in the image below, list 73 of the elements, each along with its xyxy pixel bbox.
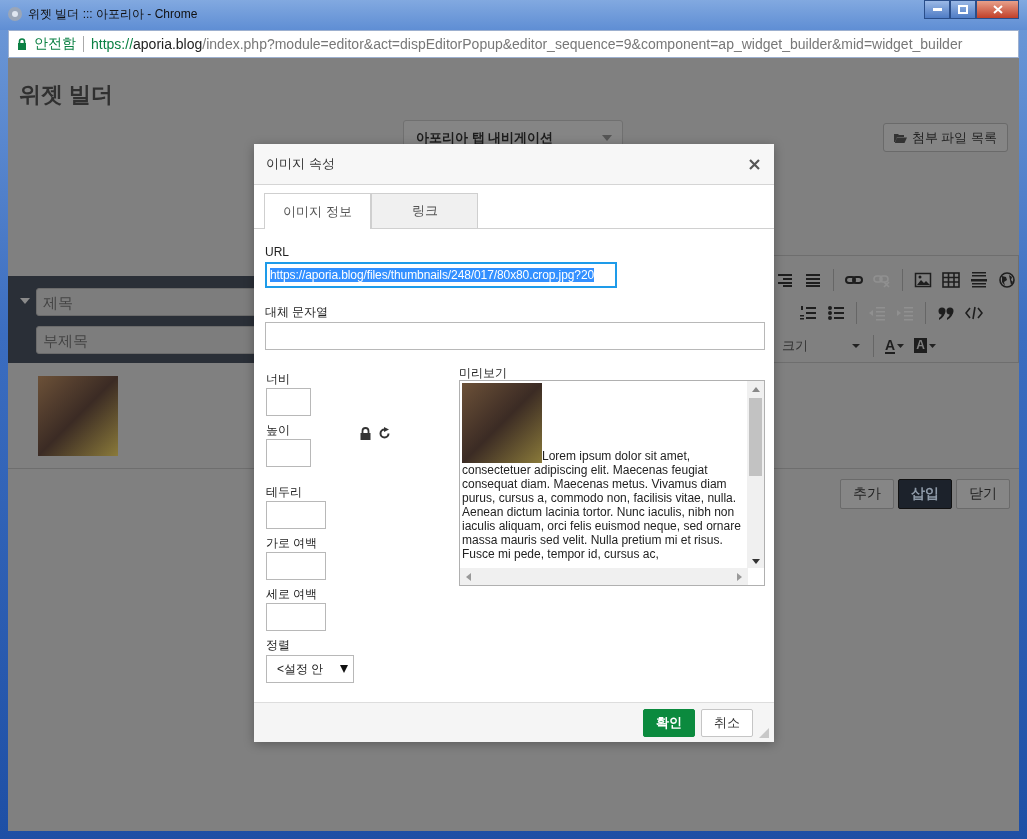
horizontal-scrollbar[interactable] bbox=[460, 568, 748, 585]
border-field[interactable] bbox=[266, 501, 326, 529]
horizontal-spacing-field[interactable] bbox=[266, 552, 326, 580]
field-label: 세로 여백 bbox=[266, 587, 318, 601]
caret-icon bbox=[602, 135, 612, 141]
dialog-tab[interactable]: 링크 bbox=[371, 193, 478, 228]
up-arrow-icon bbox=[751, 387, 760, 392]
minimize-icon bbox=[932, 8, 942, 11]
window-title: 위젯 빌더 ::: 아포리아 - Chrome bbox=[28, 6, 198, 22]
table-button[interactable] bbox=[940, 269, 962, 290]
globe-icon bbox=[998, 271, 1016, 288]
image-icon bbox=[914, 271, 932, 288]
field-label: 대체 문자열 bbox=[265, 305, 330, 319]
field-label: 테두리 bbox=[266, 485, 302, 499]
preview-text: Lorem ipsum dolor sit amet, consectetuer adipiscing elit. Maecenas feugiat consequat diam. Maecenas metus. Vivamus diam purus, cursus a, commodo non, facilisis vitae, nulla. Aenean dictum lacinia tortor. Nunc iaculis, nibh non iaculis aliquam, orci felis euismod neque, sed ornare massa mauris sed velit. Nulla pretium mi et risus. Fusce mi pede, tempor id, cursus ac, bbox=[462, 383, 747, 561]
dialog-button[interactable]: 확인 bbox=[643, 708, 695, 737]
right-arrow-icon bbox=[737, 572, 742, 581]
field-label: URL bbox=[265, 245, 290, 259]
height-field[interactable] bbox=[266, 439, 311, 467]
width-field[interactable] bbox=[266, 388, 311, 416]
caret-icon[interactable] bbox=[20, 298, 30, 304]
chrome-app-icon bbox=[7, 6, 23, 22]
minimize-button[interactable] bbox=[924, 0, 950, 19]
attachment-list-button[interactable]: 첨부 파일 목록 bbox=[882, 123, 1008, 152]
justify-icon bbox=[804, 271, 822, 288]
close-button[interactable] bbox=[976, 0, 1019, 19]
table-icon bbox=[942, 271, 960, 288]
dialog-title: 이미지 속성 bbox=[266, 155, 335, 173]
address-bar[interactable]: 안전함 https://aporia.blog/index.php?module=editor&act=dispEditorPopup&editor_sequence=9&component=ap_widget_builder&mid=widget_builder bbox=[8, 30, 1019, 58]
dialog-button[interactable]: 취소 bbox=[701, 708, 753, 737]
field-label: 정렬 bbox=[266, 638, 290, 652]
resize-grip-icon[interactable] bbox=[759, 728, 769, 738]
folder-icon bbox=[893, 132, 907, 143]
lock-icon bbox=[17, 38, 27, 50]
reset-icon[interactable] bbox=[378, 427, 391, 440]
vertical-scrollbar[interactable] bbox=[747, 381, 764, 568]
url-text: https://aporia.blog/index.php?module=editor&act=dispEditorPopup&editor_sequence=9&component=ap_widget_builder&mid=widget_builder bbox=[91, 36, 963, 52]
caret-icon bbox=[852, 343, 860, 348]
editor-action-button[interactable]: 추가 bbox=[840, 479, 894, 509]
close-icon bbox=[992, 5, 1003, 14]
code-icon bbox=[965, 304, 983, 321]
field-label: 너비 bbox=[266, 372, 290, 386]
close-icon bbox=[749, 158, 760, 170]
bullet-list-icon bbox=[827, 304, 845, 321]
maximize-icon bbox=[958, 5, 968, 14]
lock-icon[interactable] bbox=[360, 427, 371, 440]
url-field[interactable]: https://aporia.blog/files/thumbnails/248/017/80x80.crop.jpg?20 bbox=[265, 262, 617, 288]
alt-text-field[interactable] bbox=[265, 322, 765, 350]
align-select[interactable]: <설정 안 bbox=[266, 655, 354, 683]
page-title: 위젯 빌더 bbox=[18, 81, 115, 109]
globe-button[interactable] bbox=[996, 269, 1018, 290]
close-button[interactable] bbox=[749, 158, 760, 170]
rule-button[interactable] bbox=[968, 269, 990, 290]
align-right-icon bbox=[776, 271, 794, 288]
dialog-tab[interactable]: 이미지 정보 bbox=[264, 193, 371, 229]
field-label: 높이 bbox=[266, 423, 290, 437]
font-color-button[interactable]: A bbox=[883, 335, 907, 356]
font-size-select[interactable]: 크기 bbox=[782, 336, 864, 355]
ordered-list-icon bbox=[799, 304, 817, 321]
maximize-button[interactable] bbox=[950, 0, 976, 19]
caret-icon bbox=[928, 343, 936, 348]
caret-icon bbox=[897, 343, 905, 348]
preview-label: 미리보기 bbox=[459, 366, 508, 380]
security-label: 안전함 bbox=[34, 35, 76, 53]
editor-action-button[interactable]: 닫기 bbox=[956, 479, 1010, 509]
caret-icon bbox=[340, 665, 348, 673]
editor-action-button[interactable]: 삽입 bbox=[898, 479, 952, 509]
left-arrow-icon bbox=[466, 572, 471, 581]
down-arrow-icon bbox=[751, 559, 760, 564]
rule-icon bbox=[970, 271, 988, 288]
vertical-spacing-field[interactable] bbox=[266, 603, 326, 631]
background-color-button[interactable]: A bbox=[912, 336, 938, 355]
field-label: 가로 여백 bbox=[266, 536, 318, 550]
